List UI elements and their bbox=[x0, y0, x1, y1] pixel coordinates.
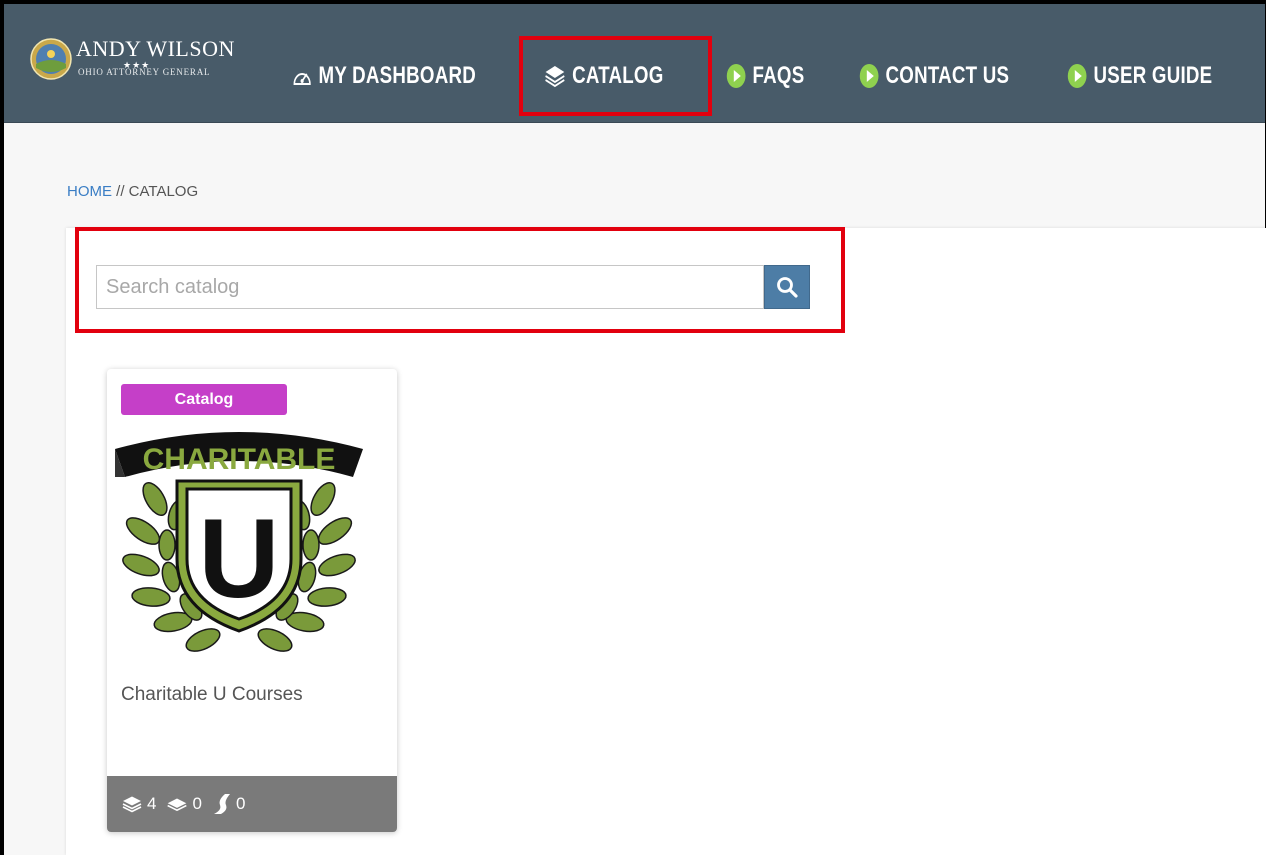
card-footer-stats: 4 0 0 bbox=[107, 776, 397, 832]
catalog-badge: Catalog bbox=[121, 384, 287, 415]
logo-u-letter: U bbox=[199, 496, 280, 621]
site-logo[interactable]: ANDY WILSON ★★★ Ohio Attorney General bbox=[30, 36, 260, 92]
speedometer-icon bbox=[292, 65, 312, 87]
lessons-count: 0 bbox=[192, 794, 202, 813]
play-circle-icon bbox=[859, 63, 879, 89]
search-highlight-box bbox=[75, 227, 845, 333]
nav-my-dashboard[interactable]: MY DASHBOARD bbox=[292, 56, 476, 96]
breadcrumb-separator: // bbox=[112, 183, 129, 200]
nav-my-dashboard-label: MY DASHBOARD bbox=[318, 62, 476, 89]
layers-icon bbox=[122, 796, 142, 813]
road-icon bbox=[213, 794, 230, 814]
logo-subtitle: Ohio Attorney General bbox=[78, 67, 211, 77]
charitable-u-logo: CHARITABLE U bbox=[115, 432, 363, 652]
logo-name: ANDY WILSON bbox=[76, 36, 235, 61]
lessons-stat: 0 bbox=[166, 794, 202, 814]
courses-stat: 4 bbox=[121, 794, 156, 814]
nav-contact-us[interactable]: CONTACT US bbox=[859, 56, 1009, 96]
nav-faqs[interactable]: FAQS bbox=[726, 56, 804, 96]
nav-user-guide-label: USER GUIDE bbox=[1093, 62, 1213, 89]
nav-user-guide[interactable]: USER GUIDE bbox=[1067, 56, 1212, 96]
ohio-seal-icon bbox=[30, 38, 72, 80]
breadcrumb-current: CATALOG bbox=[128, 183, 199, 200]
breadcrumb: HOME // CATALOG bbox=[67, 183, 198, 200]
nav-contact-us-label: CONTACT US bbox=[885, 62, 1010, 89]
play-circle-icon bbox=[1067, 63, 1087, 89]
catalog-card[interactable]: Catalog CHARITABLE U Charitable U Course… bbox=[107, 369, 397, 832]
paths-count: 0 bbox=[235, 794, 246, 813]
paths-stat: 0 bbox=[212, 793, 245, 815]
courses-count: 4 bbox=[147, 794, 157, 813]
breadcrumb-home-link[interactable]: HOME bbox=[67, 183, 112, 200]
catalog-highlight-box bbox=[519, 36, 712, 116]
single-layer-icon bbox=[167, 798, 188, 811]
nav-faqs-label: FAQS bbox=[752, 62, 805, 89]
play-circle-icon bbox=[726, 63, 746, 89]
logo-banner-text: CHARITABLE bbox=[143, 443, 336, 476]
card-title[interactable]: Charitable U Courses bbox=[121, 684, 303, 706]
